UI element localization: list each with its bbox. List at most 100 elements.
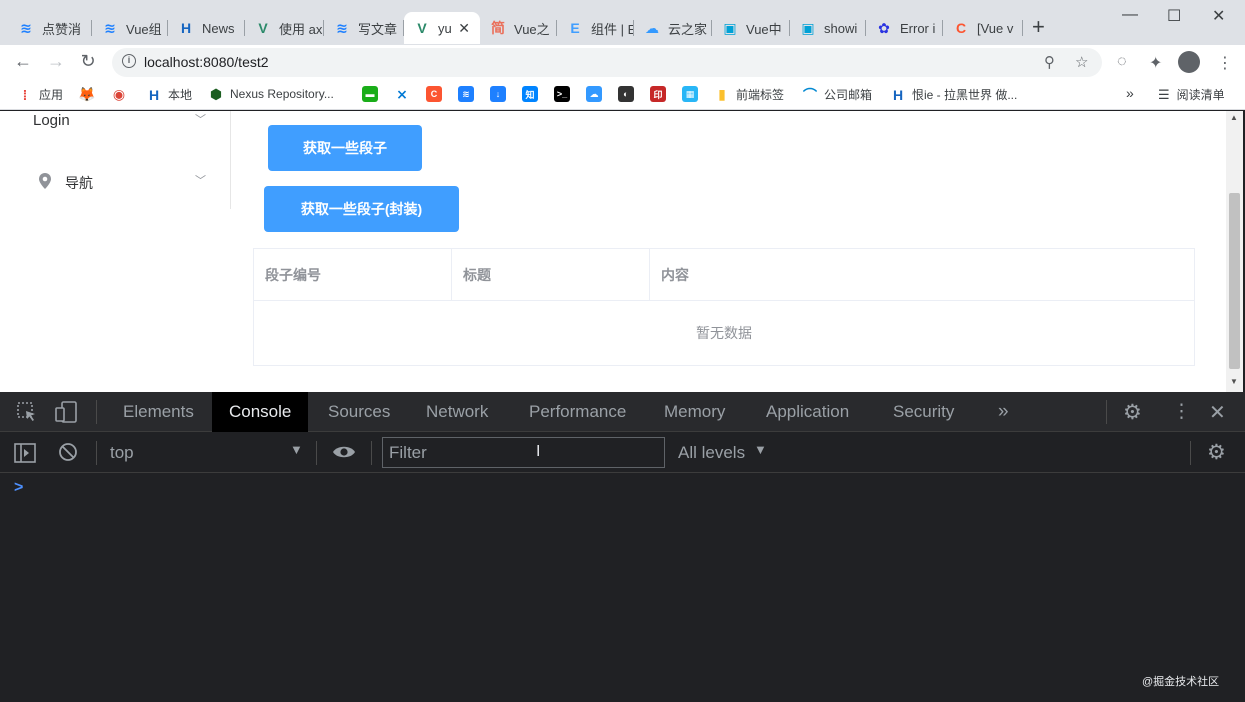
clear-console-icon[interactable] — [58, 442, 78, 467]
devtools-tab-performance[interactable]: Performance — [512, 392, 643, 432]
bookmark-star-icon[interactable]: ☆ — [1075, 53, 1088, 71]
zoom-icon[interactable]: ⚲ — [1044, 53, 1055, 71]
new-tab-button[interactable]: + — [1032, 14, 1045, 40]
fetch-jokes-button[interactable]: 获取一些段子 — [268, 125, 422, 171]
url-text[interactable]: localhost:8080/test2 — [144, 54, 269, 70]
jokes-table: 段子编号 标题 内容 暂无数据 — [253, 248, 1195, 366]
bookmark-item[interactable]: ≋ — [458, 86, 480, 102]
close-tab-icon[interactable]: ✕ — [458, 20, 470, 37]
tab-title: 使用 ax — [279, 21, 323, 37]
bookmark-item[interactable]: ⨯ — [394, 86, 416, 102]
browser-tab[interactable]: ≋ 写文章 — [324, 12, 404, 44]
bookmark-label: 前端标签 — [736, 88, 785, 102]
console-prompt[interactable]: > — [14, 479, 23, 497]
browser-tab[interactable]: E 组件 | E — [557, 12, 634, 44]
devtools-tab-memory[interactable]: Memory — [647, 392, 742, 432]
browser-tab[interactable]: C [Vue v — [943, 12, 1023, 44]
context-dropdown-icon[interactable]: ▼ — [290, 442, 303, 457]
devtools-tab-elements[interactable]: Elements — [106, 392, 211, 432]
tab-title: Error i — [900, 20, 936, 36]
bookmark-item[interactable]: ▬ — [362, 86, 384, 102]
bookmark-item[interactable]: ☁ — [586, 86, 608, 102]
bookmark-item[interactable]: ▦ — [682, 86, 704, 102]
extension-icon[interactable]: ◌ — [1117, 53, 1127, 71]
bilibili-icon: ▣ — [723, 19, 737, 36]
more-tabs-icon[interactable]: » — [998, 401, 1009, 423]
bookmark-item[interactable]: ⁞ 应用 — [17, 86, 63, 103]
bookmark-item[interactable]: ⬢ Nexus Repository... — [208, 86, 334, 102]
reload-icon[interactable]: ↻ — [77, 51, 99, 72]
browser-tab[interactable]: ☁ 云之家 — [634, 12, 712, 44]
devtools-tab-sources[interactable]: Sources — [311, 392, 407, 432]
scroll-thumb[interactable] — [1229, 193, 1240, 369]
log-levels-select[interactable]: All levels — [678, 443, 745, 463]
devtools-tab-application[interactable]: Application — [749, 392, 866, 432]
puzzle-icon[interactable]: ✦ — [1149, 53, 1162, 73]
page-scrollbar[interactable]: ▲ ▼ — [1226, 111, 1243, 392]
devtools-tab-network[interactable]: Network — [409, 392, 505, 432]
levels-dropdown-icon[interactable]: ▼ — [754, 442, 767, 457]
scroll-down-icon[interactable]: ▼ — [1230, 377, 1238, 386]
menu-nav[interactable]: 导航 — [65, 173, 93, 193]
bookmark-item[interactable]: 🦊 — [78, 86, 101, 102]
back-icon[interactable]: ← — [12, 51, 34, 72]
menu-dots-icon[interactable]: ⋮ — [1217, 53, 1233, 73]
reading-list-button[interactable]: ☰ 阅读清单 — [1158, 86, 1225, 103]
browser-tab[interactable]: H News — [168, 12, 245, 44]
eye-icon[interactable] — [332, 443, 356, 466]
chevron-down-icon[interactable]: ﹀ — [195, 172, 206, 188]
minimize-icon[interactable]: — — [1122, 6, 1138, 24]
bookmark-item[interactable]: C — [426, 86, 448, 102]
bookmark-item[interactable]: ⌒ 公司邮箱 — [802, 86, 872, 103]
maximize-icon[interactable]: ☐ — [1167, 6, 1181, 26]
more-bookmarks-icon[interactable]: » — [1126, 85, 1134, 101]
hexo-icon: H — [148, 86, 160, 103]
devtools-panel: Elements Console Sources Network Performance… — [0, 392, 1245, 702]
browser-tab[interactable]: ≋ Vue组 — [92, 12, 168, 44]
profile-avatar[interactable] — [1178, 51, 1200, 73]
browser-tab[interactable]: Vyu ✕ — [404, 12, 480, 44]
more-options-icon[interactable]: ⋮ — [1172, 400, 1191, 423]
browser-tab[interactable]: ✿ Error i — [866, 12, 943, 44]
tab-title: showi — [824, 20, 858, 36]
devtools-tab-console[interactable]: Console — [212, 392, 309, 432]
browser-tab[interactable]: 简 Vue之 — [480, 12, 557, 44]
bookmark-item[interactable]: 知 — [522, 86, 544, 102]
browser-tab[interactable]: V 使用 ax — [245, 12, 324, 44]
scroll-up-icon[interactable]: ▲ — [1230, 113, 1238, 122]
watermark: @掘金技术社区 — [1142, 676, 1220, 688]
address-bar[interactable]: i localhost:8080/test2 ⚲ ☆ — [112, 48, 1102, 77]
bilibili-icon: ▣ — [801, 19, 815, 36]
bookmark-item[interactable]: 印 — [650, 86, 672, 102]
context-select[interactable]: top — [110, 443, 134, 463]
bookmark-item[interactable]: H 本地 — [146, 86, 192, 103]
bookmark-item[interactable]: ↓ — [490, 86, 512, 102]
fetch-jokes-wrapped-button[interactable]: 获取一些段子(封装) — [264, 186, 459, 232]
column-header-id[interactable]: 段子编号 — [254, 249, 452, 301]
browser-tab[interactable]: ▣ showi — [790, 12, 866, 44]
filter-input[interactable]: Filter — [382, 437, 665, 468]
settings-gear-icon[interactable]: ⚙ — [1123, 400, 1142, 425]
forward-icon[interactable]: → — [45, 51, 67, 72]
console-settings-gear-icon[interactable]: ⚙ — [1207, 440, 1226, 465]
device-toolbar-icon[interactable] — [55, 401, 79, 428]
browser-tab[interactable]: ≋ 点赞消 — [8, 12, 92, 44]
bookmark-item[interactable]: ▮ 前端标签 — [714, 86, 784, 103]
menu-login[interactable]: Login — [33, 112, 70, 129]
site-info-icon[interactable]: i — [122, 54, 136, 68]
devtools-tab-security[interactable]: Security — [876, 392, 971, 432]
browser-tab[interactable]: ▣ Vue中 — [712, 12, 790, 44]
sidebar-toggle-icon[interactable] — [14, 443, 36, 468]
bookmark-item[interactable]: >_ — [554, 86, 576, 102]
bookmark-item[interactable]: H 恨ie - 拉黑世界 做... — [890, 86, 1017, 103]
close-window-icon[interactable]: ✕ — [1212, 6, 1225, 26]
column-header-content[interactable]: 内容 — [650, 249, 1194, 301]
hexo-icon: H — [892, 86, 904, 103]
bookmark-item[interactable]: ◐ — [618, 86, 640, 102]
juejin-icon: ≋ — [104, 19, 116, 36]
column-header-title[interactable]: 标题 — [452, 249, 650, 301]
bookmark-item[interactable]: ◉ — [111, 86, 133, 102]
inspect-element-icon[interactable] — [16, 401, 38, 428]
chevron-down-icon[interactable]: ﹀ — [195, 111, 206, 127]
close-devtools-icon[interactable]: ✕ — [1209, 400, 1226, 425]
